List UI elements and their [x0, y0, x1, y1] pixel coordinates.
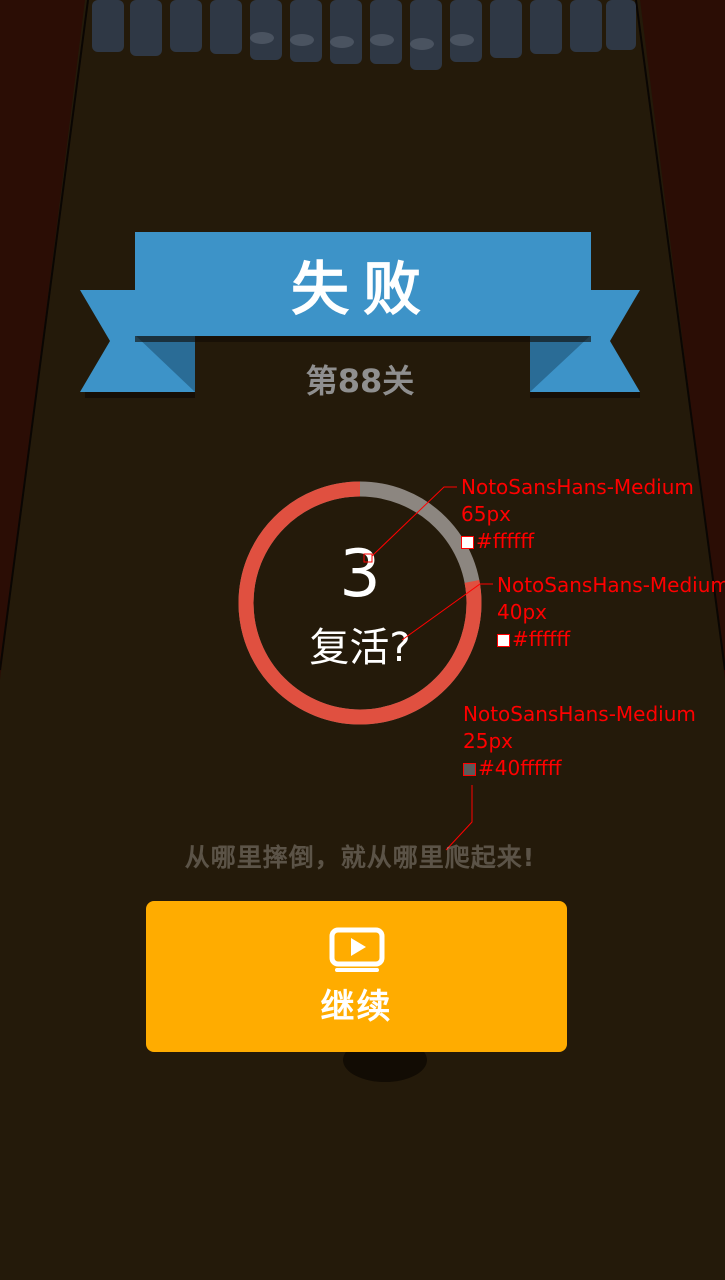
level-label: 第88关: [305, 362, 415, 400]
continue-button[interactable]: 继续: [146, 901, 567, 1052]
motto-text: 从哪里摔倒，就从哪里爬起来!: [184, 843, 536, 872]
annotation-revive-font: NotoSansHans-Medium 40px #ffffff: [497, 573, 725, 651]
continue-button-label: 继续: [320, 987, 393, 1027]
game-over-screen: 失败 第88关 3 复活? NotoSansHans-Medium 65px #…: [0, 0, 725, 1280]
annotation-motto-font: NotoSansHans-Medium 25px #40ffffff: [463, 702, 696, 780]
video-play-icon: [329, 927, 384, 972]
fail-title: 失败: [290, 255, 435, 323]
annotation-countdown-font: NotoSansHans-Medium 65px #ffffff: [461, 475, 694, 553]
revive-prompt[interactable]: 复活?: [280, 620, 440, 676]
revive-countdown: 3: [339, 537, 381, 612]
